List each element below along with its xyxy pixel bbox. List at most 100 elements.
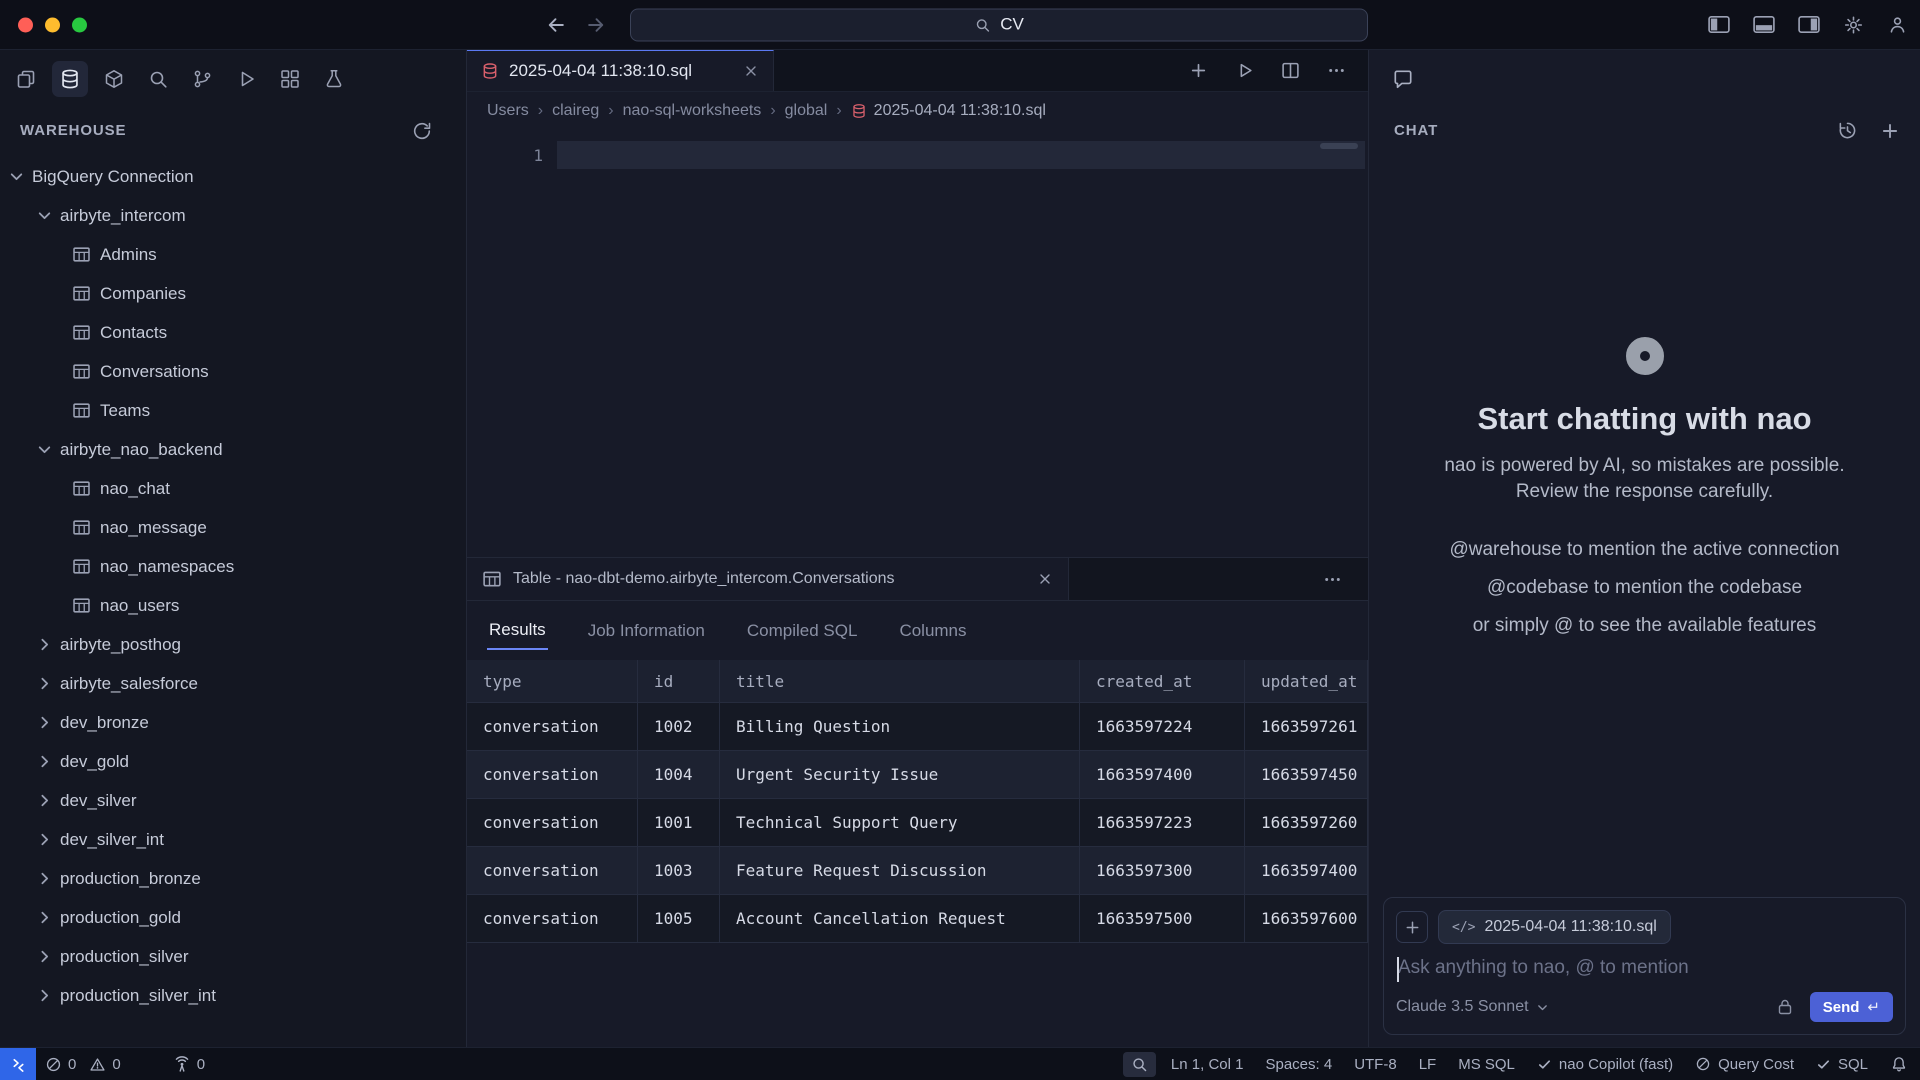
results-tab-columns[interactable]: Columns xyxy=(897,613,968,649)
toggle-panel-icon[interactable] xyxy=(1753,16,1775,34)
chevron-right-icon[interactable] xyxy=(36,792,60,809)
lock-icon[interactable] xyxy=(1776,998,1794,1016)
package-icon[interactable] xyxy=(96,61,132,97)
table-cell[interactable]: Billing Question xyxy=(720,703,1080,751)
results-tab-compiled-sql[interactable]: Compiled SQL xyxy=(745,613,860,649)
indentation-setting[interactable]: Spaces: 4 xyxy=(1254,1048,1343,1080)
chat-input[interactable] xyxy=(1398,957,1891,979)
table-cell[interactable]: conversation xyxy=(467,799,638,847)
table-cell[interactable]: 1663597224 xyxy=(1080,703,1245,751)
tree-item-production-bronze[interactable]: production_bronze xyxy=(0,859,466,898)
results-tab-results[interactable]: Results xyxy=(487,612,548,650)
tree-item-contacts[interactable]: Contacts xyxy=(0,313,466,352)
tree-item-production-silver[interactable]: production_silver xyxy=(0,937,466,976)
table-cell[interactable]: Feature Request Discussion xyxy=(720,847,1080,895)
encoding-setting[interactable]: UTF-8 xyxy=(1343,1048,1408,1080)
table-cell[interactable]: 1663597223 xyxy=(1080,799,1245,847)
problems-indicator[interactable]: 0 0 xyxy=(36,1048,130,1080)
chat-icon[interactable] xyxy=(1392,68,1414,90)
table-cell[interactable]: 1004 xyxy=(638,751,720,799)
panel-more-actions-icon[interactable] xyxy=(1323,570,1342,589)
breadcrumb-item-global[interactable]: global xyxy=(785,102,828,120)
tree-item-nao-users[interactable]: nao_users xyxy=(0,586,466,625)
attachment-chip[interactable]: </> 2025-04-04 11:38:10.sql xyxy=(1438,910,1671,944)
add-attachment-icon[interactable] xyxy=(1396,911,1428,943)
tree-item-nao-namespaces[interactable]: nao_namespaces xyxy=(0,547,466,586)
chevron-right-icon[interactable] xyxy=(36,987,60,1004)
table-cell[interactable]: conversation xyxy=(467,751,638,799)
tree-item-conversations[interactable]: Conversations xyxy=(0,352,466,391)
tree-item-dev-gold[interactable]: dev_gold xyxy=(0,742,466,781)
close-window-button[interactable] xyxy=(18,17,33,32)
close-tab-icon[interactable] xyxy=(743,63,759,79)
new-chat-icon[interactable] xyxy=(1880,121,1900,141)
tree-item-production-gold[interactable]: production_gold xyxy=(0,898,466,937)
tree-item-bigquery-connection[interactable]: BigQuery Connection xyxy=(0,157,466,196)
tree-item-nao-chat[interactable]: nao_chat xyxy=(0,469,466,508)
sql-status[interactable]: SQL xyxy=(1805,1048,1879,1080)
zoom-icon[interactable] xyxy=(1123,1052,1156,1077)
code-editor[interactable]: 1 xyxy=(467,129,1368,557)
table-cell[interactable]: 1663597400 xyxy=(1245,847,1368,895)
table-cell[interactable]: 1663597600 xyxy=(1245,895,1368,943)
results-panel-tab[interactable]: Table - nao-dbt-demo.airbyte_intercom.Co… xyxy=(467,558,1069,600)
table-cell[interactable]: Account Cancellation Request xyxy=(720,895,1080,943)
chevron-down-icon[interactable] xyxy=(36,441,60,458)
tree-item-airbyte-posthog[interactable]: airbyte_posthog xyxy=(0,625,466,664)
scrollbar-thumb[interactable] xyxy=(1320,143,1358,149)
tree-item-nao-message[interactable]: nao_message xyxy=(0,508,466,547)
table-cell[interactable]: conversation xyxy=(467,895,638,943)
model-selector[interactable]: Claude 3.5 Sonnet xyxy=(1396,998,1549,1016)
more-actions-icon[interactable] xyxy=(1327,61,1346,80)
chevron-down-icon[interactable] xyxy=(8,168,32,185)
table-cell[interactable]: 1663597500 xyxy=(1080,895,1245,943)
send-button[interactable]: Send ↵ xyxy=(1810,992,1893,1022)
database-icon[interactable] xyxy=(52,61,88,97)
refresh-icon[interactable] xyxy=(412,121,432,141)
breadcrumb-file[interactable]: 2025-04-04 11:38:10.sql xyxy=(851,102,1046,120)
tree-item-admins[interactable]: Admins xyxy=(0,235,466,274)
tree-item-airbyte-salesforce[interactable]: airbyte_salesforce xyxy=(0,664,466,703)
table-cell[interactable]: 1663597261 xyxy=(1245,703,1368,751)
results-tab-job-information[interactable]: Job Information xyxy=(586,613,707,649)
table-cell[interactable]: 1003 xyxy=(638,847,720,895)
back-icon[interactable] xyxy=(545,14,566,35)
settings-gear-icon[interactable] xyxy=(1843,14,1864,35)
cursor-position[interactable]: Ln 1, Col 1 xyxy=(1160,1048,1255,1080)
split-editor-icon[interactable] xyxy=(1281,61,1300,80)
tree-item-airbyte-intercom[interactable]: airbyte_intercom xyxy=(0,196,466,235)
chevron-right-icon[interactable] xyxy=(36,753,60,770)
agent-icon[interactable] xyxy=(1887,14,1908,35)
breadcrumb-item-nao-sql-worksheets[interactable]: nao-sql-worksheets xyxy=(623,102,762,120)
breadcrumb-item-claireg[interactable]: claireg xyxy=(552,102,599,120)
tree-item-production-silver-int[interactable]: production_silver_int xyxy=(0,976,466,1015)
chevron-right-icon[interactable] xyxy=(36,675,60,692)
ports-indicator[interactable]: 0 xyxy=(164,1048,214,1080)
new-tab-icon[interactable] xyxy=(1189,61,1208,80)
extensions-icon[interactable] xyxy=(272,61,308,97)
breadcrumb-item-users[interactable]: Users xyxy=(487,102,529,120)
table-cell[interactable]: 1002 xyxy=(638,703,720,751)
run-icon[interactable] xyxy=(228,61,264,97)
minimize-window-button[interactable] xyxy=(45,17,60,32)
chevron-right-icon[interactable] xyxy=(36,948,60,965)
close-panel-tab-icon[interactable] xyxy=(1037,571,1053,587)
eol-setting[interactable]: LF xyxy=(1408,1048,1448,1080)
chevron-down-icon[interactable] xyxy=(36,207,60,224)
table-cell[interactable]: conversation xyxy=(467,703,638,751)
chevron-right-icon[interactable] xyxy=(36,870,60,887)
table-cell[interactable]: Technical Support Query xyxy=(720,799,1080,847)
zoom-window-button[interactable] xyxy=(72,17,87,32)
chevron-right-icon[interactable] xyxy=(36,831,60,848)
chevron-right-icon[interactable] xyxy=(36,909,60,926)
table-cell[interactable]: conversation xyxy=(467,847,638,895)
tree-item-teams[interactable]: Teams xyxy=(0,391,466,430)
notifications-bell-icon[interactable] xyxy=(1879,1048,1920,1080)
beaker-icon[interactable] xyxy=(316,61,352,97)
search-icon[interactable] xyxy=(140,61,176,97)
copilot-status[interactable]: nao Copilot (fast) xyxy=(1526,1048,1684,1080)
table-cell[interactable]: 1663597300 xyxy=(1080,847,1245,895)
git-branch-icon[interactable] xyxy=(184,61,220,97)
tree-item-dev-bronze[interactable]: dev_bronze xyxy=(0,703,466,742)
tree-item-companies[interactable]: Companies xyxy=(0,274,466,313)
